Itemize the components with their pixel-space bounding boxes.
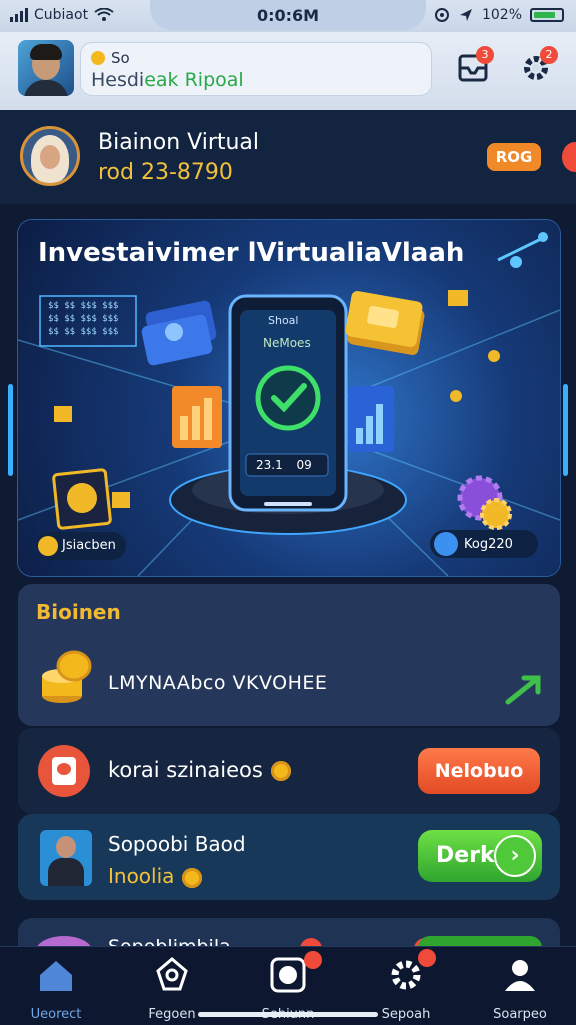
data-table-text: $$ $$ $$$ $$$ $$ $$ $$$ $$$ $$ $$ $$$ $$… [48,301,119,337]
profile-card[interactable]: Biainon Virtual rod 23-8790 ROG [0,110,576,204]
blue-chart-graphic [348,386,394,452]
banner-artwork [18,232,560,576]
right-edge-light [563,384,568,476]
edge-badge [562,142,576,172]
inbox-button[interactable]: 3 [454,46,494,86]
status-right: 102% [434,7,564,23]
app-header: So Hesdieak Ripoal 3 2 [0,32,576,110]
scan-badge [304,951,322,969]
orange-chart-graphic [172,386,222,448]
status-bar: Cubiaot 0:0:6M 102% [0,0,576,32]
card-stack-gold-graphic [345,291,425,355]
coin-icon [182,867,203,888]
gear-cluster-graphic [457,475,512,530]
user-avatar[interactable] [18,40,74,96]
sync-icon [434,8,449,22]
list-item-1-button[interactable]: Nelobuo [418,748,540,794]
home-icon [40,961,72,991]
list-item-2-button[interactable]: Derk › [418,830,542,882]
search-line-2-b: eak Ripoal [144,69,244,91]
nav-home[interactable]: Ueorect [6,955,106,1023]
banner-title: Investaivimer lVirtualiaVlaah [38,238,465,268]
chip-right[interactable]: Kog220 [464,537,513,552]
ticket-icon [38,745,90,797]
arrow-right-icon: › [494,835,536,877]
search-bar[interactable]: So Hesdieak Ripoal [80,42,432,96]
coin-stack-icon [42,650,92,703]
camera-icon [270,957,306,993]
settings-button[interactable]: 2 [516,46,558,86]
promo-banner[interactable]: Investaivimer lVirtualiaVlaah $$ $$ $$$ … [18,220,560,576]
network-graphic [497,232,548,268]
search-line-2: Hesdieak Ripoal [91,69,244,91]
profile-id: rod 23-8790 [98,160,233,185]
profile-avatar [20,126,80,186]
battery-icon [530,8,564,22]
phone-mid-label: NeMoes [263,336,311,350]
phone-top-label: Shoal [268,314,299,327]
list-item-2-subtitle: Inoolia [108,864,203,888]
nav-profile[interactable]: Soarpeo [470,955,570,1023]
coin-icon [91,51,105,65]
dollar-coin-graphic [52,468,112,530]
section-card: Bioinen LMYNAAbco VKVOHEE [18,584,560,726]
profile-tag-button[interactable]: ROG [487,143,541,171]
battery-percent: 102% [481,7,522,23]
chip-left[interactable]: Jsiacben [62,538,116,553]
card-stack-blue-graphic [141,300,217,366]
search-line-1: So [111,49,130,67]
list-item-1-text: korai szinaieos [108,758,291,782]
coin-icon [270,761,291,781]
profile-name: Biainon Virtual [98,130,260,155]
section-label: LMYNAAbco VKVOHEE [108,672,328,694]
list-item-2-avatar [40,830,92,886]
settings-badge: 2 [540,46,558,64]
inbox-badge: 3 [476,46,494,64]
list-item-1[interactable]: korai szinaieos Nelobuo [18,728,560,814]
trend-up-icon[interactable] [504,672,544,706]
user-icon [505,960,535,991]
settings-nav-badge [418,949,436,967]
search-line-2-a: Hesdi [91,69,145,91]
list-item-2[interactable]: Sopoobi Baod Inoolia Derk › [18,814,560,900]
home-indicator [198,1012,378,1017]
phone-code: 23.1 09 [256,458,312,472]
gem-icon [156,957,188,991]
section-title: Bioinen [36,600,121,624]
list-item-2-title: Sopoobi Baod [108,832,246,856]
left-edge-light [8,384,13,476]
location-icon [459,9,472,21]
